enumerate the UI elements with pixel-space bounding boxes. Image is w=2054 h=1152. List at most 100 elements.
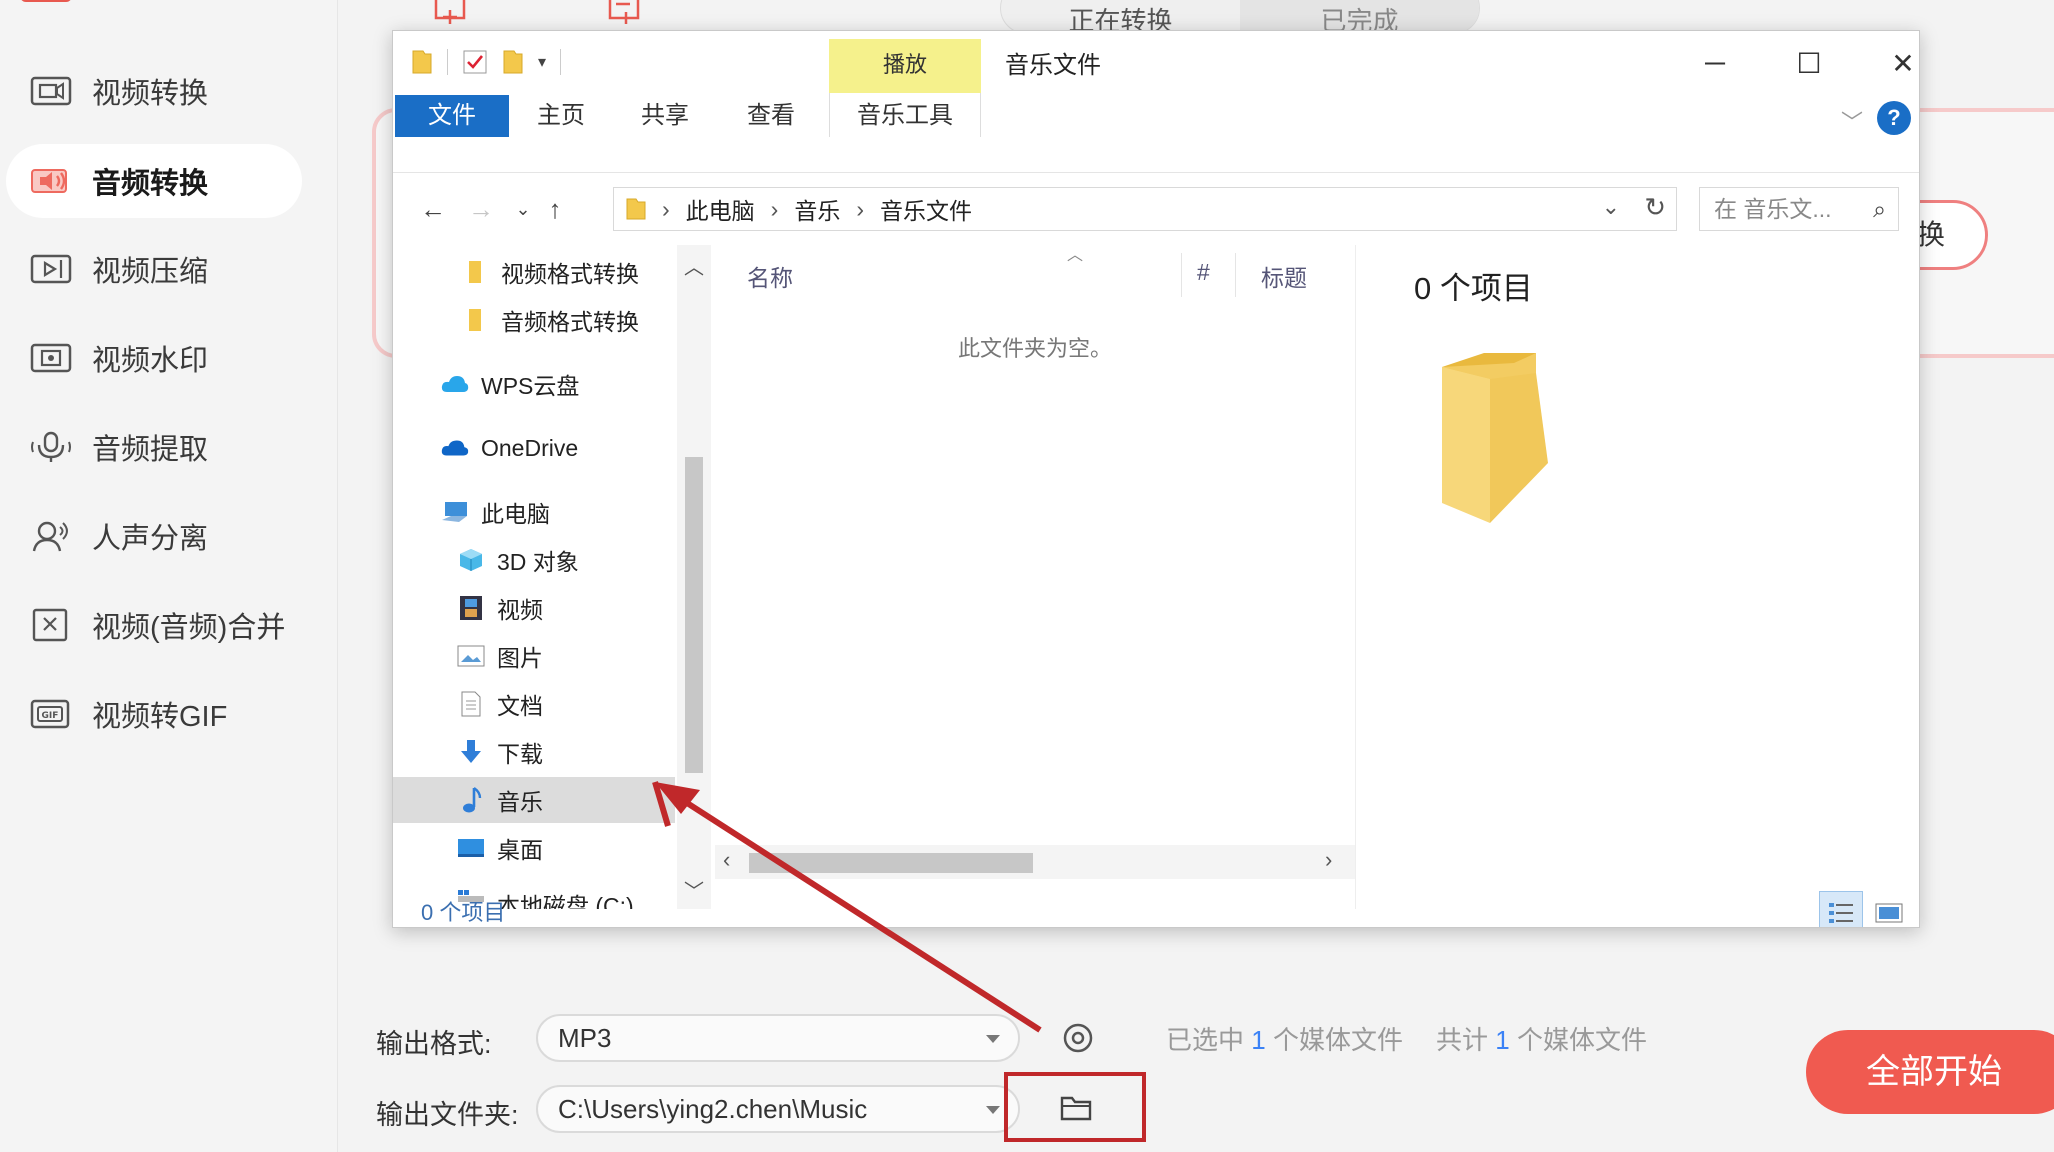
add-folder-icon[interactable]: [604, 0, 644, 30]
column-divider[interactable]: [1235, 253, 1236, 297]
format-settings-button[interactable]: [1056, 1016, 1100, 1060]
column-header-number[interactable]: #: [1197, 259, 1210, 286]
output-format-label: 输出格式:: [376, 1029, 492, 1059]
forward-button[interactable]: →: [463, 191, 499, 227]
output-format-value: MP3: [558, 1023, 612, 1053]
tab-file[interactable]: 文件: [395, 95, 509, 137]
back-button[interactable]: ←: [415, 191, 451, 227]
tree-item-video-format[interactable]: 视频格式转换: [393, 249, 675, 295]
tree-item-onedrive[interactable]: OneDrive: [393, 425, 675, 471]
video-compress-icon: [30, 252, 72, 286]
output-format-select[interactable]: MP3: [536, 1014, 1020, 1062]
ribbon-expand-icon[interactable]: ﹀: [1841, 105, 1863, 137]
computer-icon: [441, 498, 469, 526]
tree-item-downloads[interactable]: 下载: [393, 729, 675, 775]
preview-pane: 0 个项目: [1355, 245, 1919, 909]
scroll-right-icon[interactable]: ›: [1325, 847, 1332, 873]
app-sidebar: 视频转换 音频转换 视频压缩 视频水印 音频提取 人声分离 视频(音频)合并 G…: [0, 0, 338, 1152]
customize-toolbar-icon[interactable]: ▾: [538, 52, 546, 72]
close-icon: ✕: [1891, 47, 1915, 79]
tree-item-audio-format[interactable]: 音频格式转换: [393, 297, 675, 343]
tab-share[interactable]: 共享: [625, 95, 705, 137]
tab-view[interactable]: 查看: [731, 95, 811, 137]
chevron-down-icon: ⌄: [515, 199, 531, 219]
output-folder-value: C:\Users\ying2.chen\Music: [558, 1094, 868, 1124]
tree-item-this-pc[interactable]: 此电脑: [393, 489, 675, 535]
output-folder-label: 输出文件夹:: [376, 1100, 519, 1130]
preview-item-count: 0 个项目: [1414, 271, 1533, 306]
column-header-title[interactable]: 标题: [1261, 259, 1307, 293]
scroll-left-icon[interactable]: ‹: [723, 847, 730, 873]
gif-icon: GIF: [30, 697, 72, 731]
start-all-button[interactable]: 全部开始: [1806, 1030, 2054, 1114]
address-bar[interactable]: › 此电脑 › 音乐 › 音乐文件 ⌄ ↻: [613, 187, 1677, 231]
breadcrumb-music[interactable]: 音乐: [794, 192, 840, 226]
sidebar-item-video-convert[interactable]: 视频转换: [6, 54, 302, 128]
tab-completed[interactable]: 已完成: [1240, 0, 1479, 33]
breadcrumb-music-files[interactable]: 音乐文件: [880, 192, 972, 226]
nav-vertical-scrollbar[interactable]: ︿ ﹀: [677, 245, 711, 909]
refresh-icon[interactable]: ↻: [1644, 192, 1666, 223]
tree-item-pictures[interactable]: 图片: [393, 633, 675, 679]
window-title: 音乐文件: [1005, 52, 1101, 79]
tab-converting[interactable]: 正在转换: [1001, 0, 1240, 33]
downloads-icon: [457, 738, 485, 766]
chevron-down-icon[interactable]: ⌄: [1602, 194, 1620, 220]
tab-home[interactable]: 主页: [521, 95, 601, 137]
breadcrumb-separator: ›: [662, 195, 670, 222]
tree-item-wps-cloud[interactable]: WPS云盘: [393, 361, 675, 407]
total-count-text: 共计 1 个媒体文件: [1436, 1025, 1647, 1055]
tree-item-music[interactable]: 音乐: [393, 777, 675, 823]
sidebar-item-audio-convert[interactable]: 音频转换: [6, 144, 302, 218]
breadcrumb-separator: ›: [856, 195, 865, 222]
tree-item-videos[interactable]: 视频: [393, 585, 675, 631]
video-convert-icon: [30, 74, 72, 108]
sidebar-item-audio-extract[interactable]: 音频提取: [6, 410, 302, 484]
audio-convert-icon: [30, 164, 72, 198]
settings-icon: [1063, 1023, 1093, 1053]
navigation-pane: 视频格式转换 音频格式转换 WPS云盘 OneDrive 此电脑 3D 对象 视…: [393, 245, 711, 909]
quick-access-toolbar: ▾: [411, 49, 562, 75]
output-folder-select[interactable]: C:\Users\ying2.chen\Music: [536, 1085, 1020, 1133]
maximize-icon: ☐: [1796, 47, 1822, 79]
large-icons-view-icon: [1875, 903, 1903, 923]
sidebar-item-video-to-gif[interactable]: GIF 视频转GIF: [6, 677, 302, 751]
scroll-up-icon[interactable]: ︿: [683, 251, 705, 279]
merge-icon: [30, 608, 72, 642]
sidebar-item-merge[interactable]: 视频(音频)合并: [6, 588, 302, 662]
column-header-name[interactable]: 名称: [747, 259, 793, 293]
sidebar-item-video-watermark[interactable]: 视频水印: [6, 321, 302, 395]
music-icon: [457, 786, 485, 814]
recent-locations-button[interactable]: ⌄: [505, 191, 541, 227]
status-bar: 0 个项目: [393, 891, 1919, 927]
column-divider[interactable]: [1181, 253, 1182, 297]
minimize-button[interactable]: ─: [1685, 43, 1745, 83]
3d-objects-icon: [457, 546, 485, 574]
close-button[interactable]: ✕: [1873, 43, 1919, 83]
tree-item-3d-objects[interactable]: 3D 对象: [393, 537, 675, 583]
details-view-button[interactable]: [1819, 891, 1863, 927]
context-tab-play[interactable]: 播放: [829, 39, 981, 93]
help-button[interactable]: ?: [1877, 101, 1911, 135]
sidebar-item-video-compress[interactable]: 视频压缩: [6, 232, 302, 306]
chevron-down-icon: [986, 1035, 1000, 1043]
scrollbar-thumb[interactable]: [749, 853, 1033, 873]
sidebar-item-label: 人声分离: [92, 523, 209, 555]
large-icons-view-button[interactable]: [1867, 891, 1911, 927]
tab-music-tools[interactable]: 音乐工具: [829, 95, 981, 137]
maximize-button[interactable]: ☐: [1779, 43, 1839, 83]
chevron-down-icon: [986, 1106, 1000, 1114]
horizontal-scrollbar[interactable]: ‹ ›: [715, 845, 1355, 879]
search-input[interactable]: 在 音乐文... ⌕: [1699, 187, 1899, 231]
tree-item-documents[interactable]: 文档: [393, 681, 675, 727]
app-logo-strip: [20, 0, 72, 2]
breadcrumb-this-pc[interactable]: 此电脑: [686, 192, 755, 226]
scrollbar-thumb[interactable]: [685, 457, 703, 773]
add-file-icon[interactable]: [430, 0, 470, 30]
up-arrow-icon: ↑: [548, 194, 562, 224]
sidebar-item-vocal-separate[interactable]: 人声分离: [6, 499, 302, 573]
up-button[interactable]: ↑: [537, 191, 573, 227]
tree-item-desktop[interactable]: 桌面: [393, 825, 675, 871]
file-list-pane: ︿ 名称 # 标题 此文件夹为空。 ‹ ›: [715, 245, 1355, 909]
conversion-tabs: 正在转换 已完成: [1000, 0, 1480, 34]
